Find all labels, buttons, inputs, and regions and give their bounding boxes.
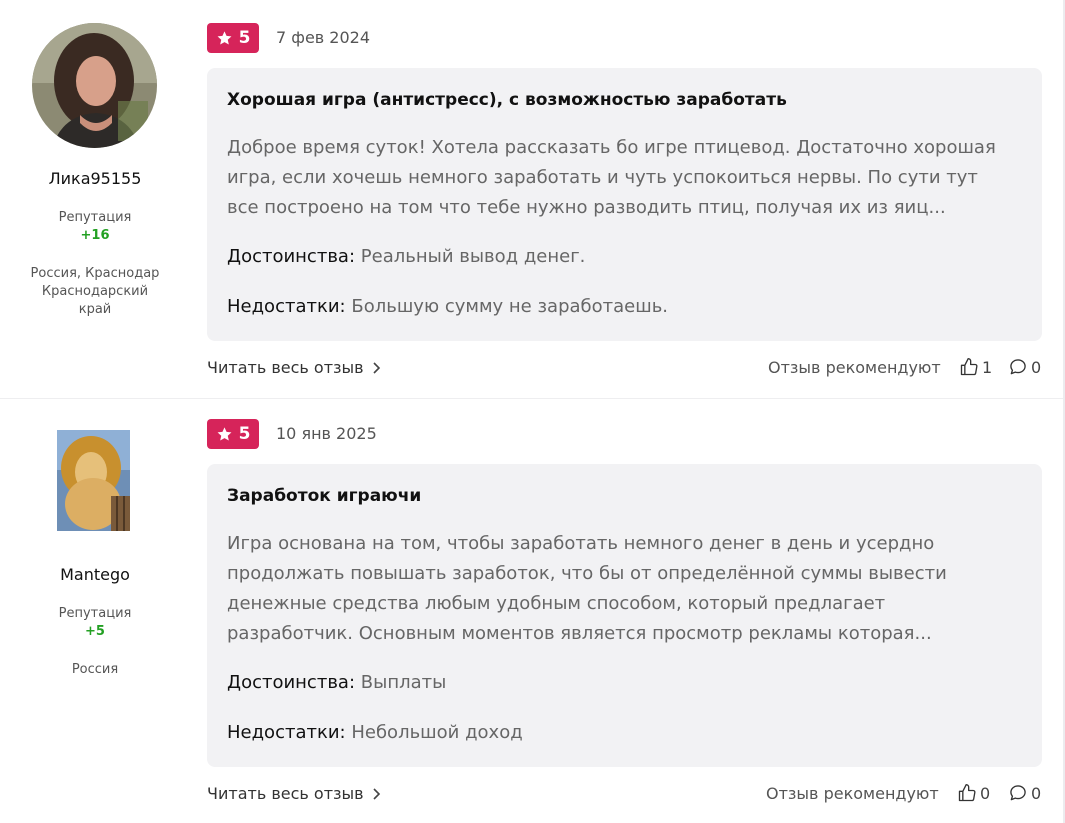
like-count: 1 — [982, 357, 993, 377]
review-title[interactable]: Заработок играючи — [227, 486, 421, 506]
recommend-label: Отзыв рекомендуют — [766, 784, 939, 803]
author-name[interactable]: Лика95155 — [0, 169, 190, 188]
reviews-page: Лика95155 Репутация +16 Россия, Краснода… — [0, 0, 1065, 823]
reputation-label: Репутация — [58, 210, 132, 225]
review-cons: Недостатки: Большую сумму не заработаешь… — [227, 296, 668, 317]
thumbs-up-icon — [958, 784, 976, 802]
avatar[interactable] — [32, 23, 157, 148]
comment-count: 0 — [1031, 357, 1042, 377]
reputation-label: Репутация — [58, 606, 132, 621]
rating-value: 5 — [238, 424, 251, 444]
comment-count: 0 — [1031, 783, 1042, 803]
rating-badge: 5 — [207, 23, 259, 53]
star-icon — [217, 30, 232, 45]
review-date: 10 янв 2025 — [276, 424, 377, 443]
like-button[interactable]: 0 — [957, 783, 990, 803]
review-text-line: Доброе время суток! Хотела рассказать бо… — [227, 137, 996, 158]
pros-text: Выплаты — [360, 672, 447, 693]
read-more-link[interactable]: Читать весь отзыв — [207, 358, 381, 377]
like-count: 0 — [980, 783, 991, 803]
review-text-line: игра, если хочешь немного заработать и ч… — [227, 167, 978, 188]
star-icon — [217, 426, 232, 441]
review-item: Mantego Репутация +5 Россия 5 10 янв 202… — [0, 399, 1063, 823]
reputation-value: +5 — [85, 624, 105, 639]
review-text: Доброе время суток! Хотела рассказать бо… — [227, 133, 1027, 223]
comment-bubble-icon — [1010, 785, 1026, 801]
pros-text: Реальный вывод денег. — [360, 246, 586, 267]
review-text-line: продолжать повышать заработок, что бы от… — [227, 563, 947, 584]
rating-value: 5 — [238, 28, 251, 48]
comments-button[interactable]: 0 — [1008, 357, 1041, 377]
review-text: Игра основана на том, чтобы заработать н… — [227, 529, 1027, 649]
reputation-value: +16 — [80, 228, 110, 243]
chevron-right-icon — [373, 787, 380, 800]
review-card[interactable]: Заработок играючи Игра основана на том, … — [207, 464, 1042, 767]
review-pros: Достоинства: Выплаты — [227, 672, 446, 693]
read-more-link[interactable]: Читать весь отзыв — [207, 784, 381, 803]
author-location: Россия — [14, 661, 176, 679]
cons-text: Большую сумму не заработаешь. — [351, 296, 669, 317]
location-line: край — [78, 302, 112, 317]
review-text-line: разработчик. Основным моментов является … — [227, 623, 932, 644]
avatar[interactable] — [57, 430, 130, 531]
location-line: Россия — [71, 662, 119, 677]
review-card[interactable]: Хорошая игра (антистресс), с возможность… — [207, 68, 1042, 341]
review-text-line: все построено на том что тебе нужно разв… — [227, 197, 946, 218]
location-line: Россия, Краснодар — [30, 266, 160, 281]
read-more-label: Читать весь отзыв — [207, 358, 364, 377]
review-pros: Достоинства: Реальный вывод денег. — [227, 246, 585, 267]
like-button[interactable]: 1 — [959, 357, 992, 377]
rating-badge: 5 — [207, 419, 259, 449]
author-location: Россия, Краснодар Краснодарский край — [14, 265, 176, 319]
cons-label: Недостатки: — [227, 296, 346, 317]
recommend-label: Отзыв рекомендуют — [768, 358, 941, 377]
pros-label: Достоинства: — [227, 672, 356, 693]
pros-label: Достоинства: — [227, 246, 356, 267]
cons-label: Недостатки: — [227, 722, 346, 743]
location-line: Краснодарский — [41, 284, 149, 299]
review-title[interactable]: Хорошая игра (антистресс), с возможность… — [227, 90, 787, 110]
author-name[interactable]: Mantego — [0, 565, 190, 584]
review-cons: Недостатки: Небольшой доход — [227, 722, 523, 743]
cons-text: Небольшой доход — [351, 722, 523, 743]
thumbs-up-icon — [960, 358, 978, 376]
comment-bubble-icon — [1010, 359, 1026, 375]
read-more-label: Читать весь отзыв — [207, 784, 364, 803]
chevron-right-icon — [373, 361, 380, 374]
comments-button[interactable]: 0 — [1008, 783, 1041, 803]
review-item: Лика95155 Репутация +16 Россия, Краснода… — [0, 0, 1063, 399]
review-text-line: денежные средства любым удобным способом… — [227, 593, 886, 614]
review-date: 7 фев 2024 — [276, 28, 371, 47]
review-text-line: Игра основана на том, чтобы заработать н… — [227, 533, 935, 554]
